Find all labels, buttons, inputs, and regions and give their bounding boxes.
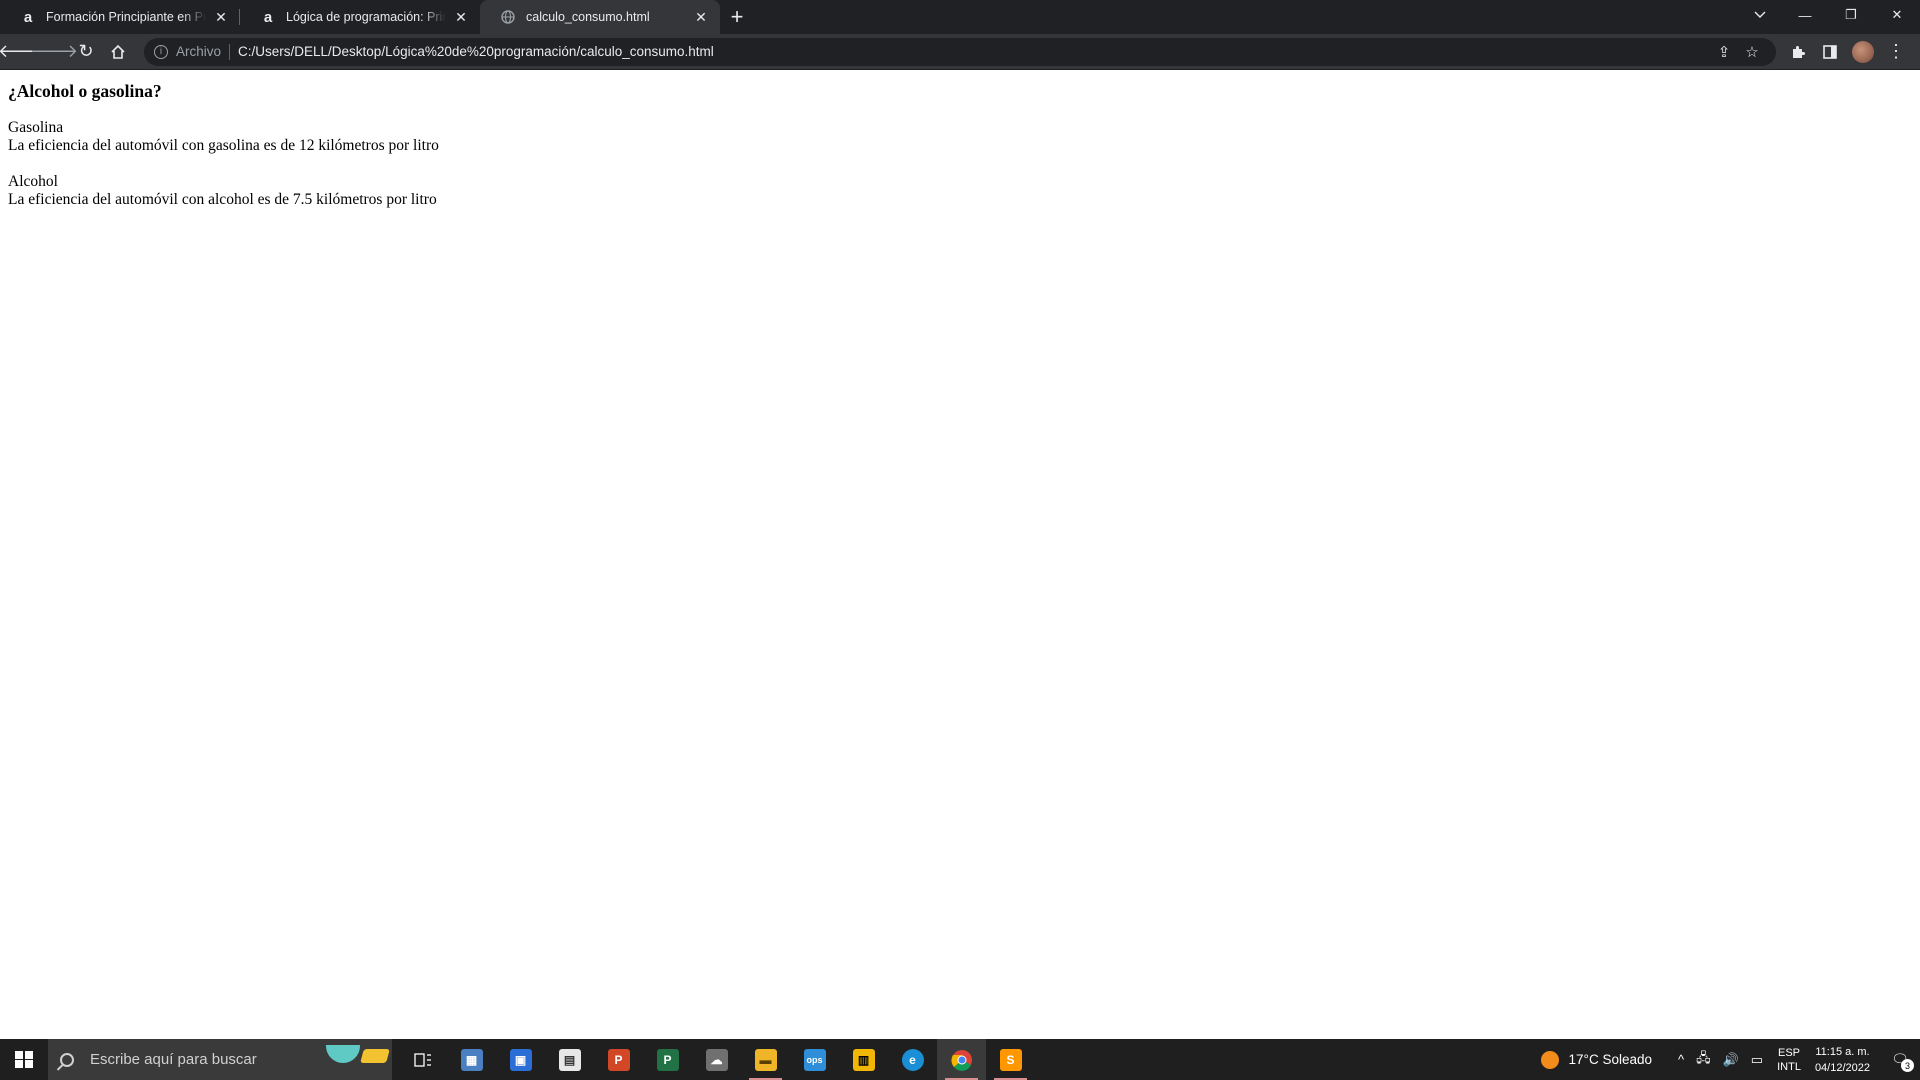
system-tray: 17°C Soleado ^ 🖧 🔊 ▭ ESP INTL 11:15 a. m… — [1540, 1039, 1920, 1080]
share-icon[interactable]: ⇪ — [1710, 43, 1738, 61]
project-icon[interactable]: P — [643, 1039, 692, 1080]
tab-title: calculo_consumo.html — [526, 10, 650, 24]
windows-logo-icon — [15, 1050, 33, 1069]
tab-search-chevron-icon[interactable] — [1740, 0, 1780, 30]
home-icon[interactable] — [102, 36, 134, 68]
taskbar-pinned-apps: ▦ ▣ ▤ P P ☁ ▬ ops ▥ e S — [398, 1039, 1035, 1080]
windows-taskbar: Escribe aquí para buscar ▦ ▣ ▤ P P ☁ ▬ o… — [0, 1039, 1920, 1080]
side-panel-icon[interactable] — [1814, 36, 1846, 68]
tab-title: Formación Principiante en Progra — [46, 10, 206, 24]
archive-app-icon[interactable]: ▥ — [839, 1039, 888, 1080]
chrome-browser-icon[interactable] — [937, 1039, 986, 1080]
keyboard-layout: INTL — [1777, 1060, 1801, 1073]
toolbar-right-buttons: ⋮ — [1782, 36, 1912, 68]
network-drive-icon[interactable]: ☁ — [692, 1039, 741, 1080]
restore-icon[interactable]: ❐ — [1828, 0, 1874, 30]
scheme-label: Archivo — [176, 44, 222, 59]
minimize-icon[interactable]: — — [1782, 0, 1828, 30]
notification-center-icon[interactable]: 🗨 3 — [1880, 1039, 1920, 1080]
reload-icon[interactable]: ↻ — [70, 36, 102, 68]
sublime-text-icon[interactable]: S — [986, 1039, 1035, 1080]
info-icon[interactable]: i — [154, 44, 168, 59]
task-view-icon[interactable] — [398, 1039, 447, 1080]
notification-badge: 3 — [1901, 1059, 1914, 1072]
weather-text[interactable]: 17°C Soleado — [1569, 1052, 1652, 1067]
profile-avatar[interactable] — [1852, 40, 1874, 63]
tab-calculo-consumo[interactable]: calculo_consumo.html ✕ — [480, 0, 720, 34]
alura-favicon-icon: a — [263, 8, 273, 26]
tab-formacion[interactable]: a Formación Principiante en Progra ✕ — [0, 0, 240, 34]
microsoft-store-icon[interactable]: ▣ — [496, 1039, 545, 1080]
edge-browser-icon[interactable]: e — [888, 1039, 937, 1080]
weather-sun-icon — [1540, 1050, 1559, 1069]
taskbar-search-box[interactable]: Escribe aquí para buscar — [48, 1039, 392, 1080]
close-window-icon[interactable]: ✕ — [1874, 0, 1920, 30]
bookmark-star-icon[interactable]: ☆ — [1738, 43, 1766, 61]
page-content: ¿Alcohol o gasolina? Gasolina La eficien… — [0, 71, 1920, 1039]
window-controls: — ❐ ✕ — [1782, 0, 1920, 30]
globe-icon — [500, 9, 516, 25]
browser-toolbar: 🡐 🡒 ↻ i Archivo C:/Users/DELL/Desktop/Ló… — [0, 34, 1920, 70]
battery-icon[interactable]: ▭ — [1751, 1052, 1763, 1068]
clock-time: 11:15 a. m. — [1815, 1045, 1870, 1058]
close-tab-icon[interactable]: ✕ — [452, 8, 470, 26]
clock-date: 04/12/2022 — [1814, 1061, 1870, 1074]
extensions-puzzle-icon[interactable] — [1782, 36, 1814, 68]
search-icon — [60, 1052, 74, 1067]
close-tab-icon[interactable]: ✕ — [692, 8, 710, 26]
menu-kebab-icon[interactable]: ⋮ — [1880, 36, 1912, 68]
omnibox-separator — [229, 43, 231, 60]
search-highlight-illustration-icon — [326, 1045, 390, 1063]
powerpoint-icon[interactable]: P — [594, 1039, 643, 1080]
search-placeholder: Escribe aquí para buscar — [90, 1051, 257, 1068]
alcohol-section: Alcohol La eficiencia del automóvil con … — [8, 173, 437, 209]
section-label: Gasolina — [8, 119, 64, 136]
volume-icon[interactable]: 🔊 — [1723, 1052, 1739, 1068]
input-language[interactable]: ESP INTL — [1777, 1046, 1801, 1074]
section-text: La eficiencia del automóvil con gasolina… — [8, 137, 439, 154]
section-label: Alcohol — [8, 173, 58, 190]
browser-tab-strip: a Formación Principiante en Progra ✕ a L… — [0, 0, 1920, 34]
clock[interactable]: 11:15 a. m. 04/12/2022 — [1815, 1044, 1870, 1076]
forward-arrow-icon[interactable]: 🡒 — [30, 36, 78, 68]
tab-title: Lógica de programación: Primero — [286, 10, 446, 24]
alura-favicon-icon: a — [23, 8, 33, 26]
page-heading: ¿Alcohol o gasolina? — [8, 81, 162, 101]
language-code: ESP — [1778, 1046, 1801, 1059]
file-explorer-icon[interactable]: ▬ — [741, 1039, 790, 1080]
start-button[interactable] — [0, 1039, 48, 1080]
tab-logica[interactable]: a Lógica de programación: Primero ✕ — [240, 0, 480, 34]
url-text[interactable]: C:/Users/DELL/Desktop/Lógica%20de%20prog… — [238, 44, 1710, 59]
ops-app-icon[interactable]: ops — [790, 1039, 839, 1080]
address-bar[interactable]: i Archivo C:/Users/DELL/Desktop/Lógica%2… — [144, 37, 1776, 66]
new-tab-button[interactable]: + — [720, 0, 754, 34]
close-tab-icon[interactable]: ✕ — [212, 8, 230, 26]
photo-app-icon[interactable]: ▤ — [545, 1039, 594, 1080]
network-icon[interactable]: 🖧 — [1696, 1049, 1711, 1071]
chevron-up-icon[interactable]: ^ — [1678, 1052, 1684, 1067]
calculator-icon[interactable]: ▦ — [447, 1039, 496, 1080]
gasolina-section: Gasolina La eficiencia del automóvil con… — [8, 119, 439, 155]
section-text: La eficiencia del automóvil con alcohol … — [8, 191, 437, 208]
